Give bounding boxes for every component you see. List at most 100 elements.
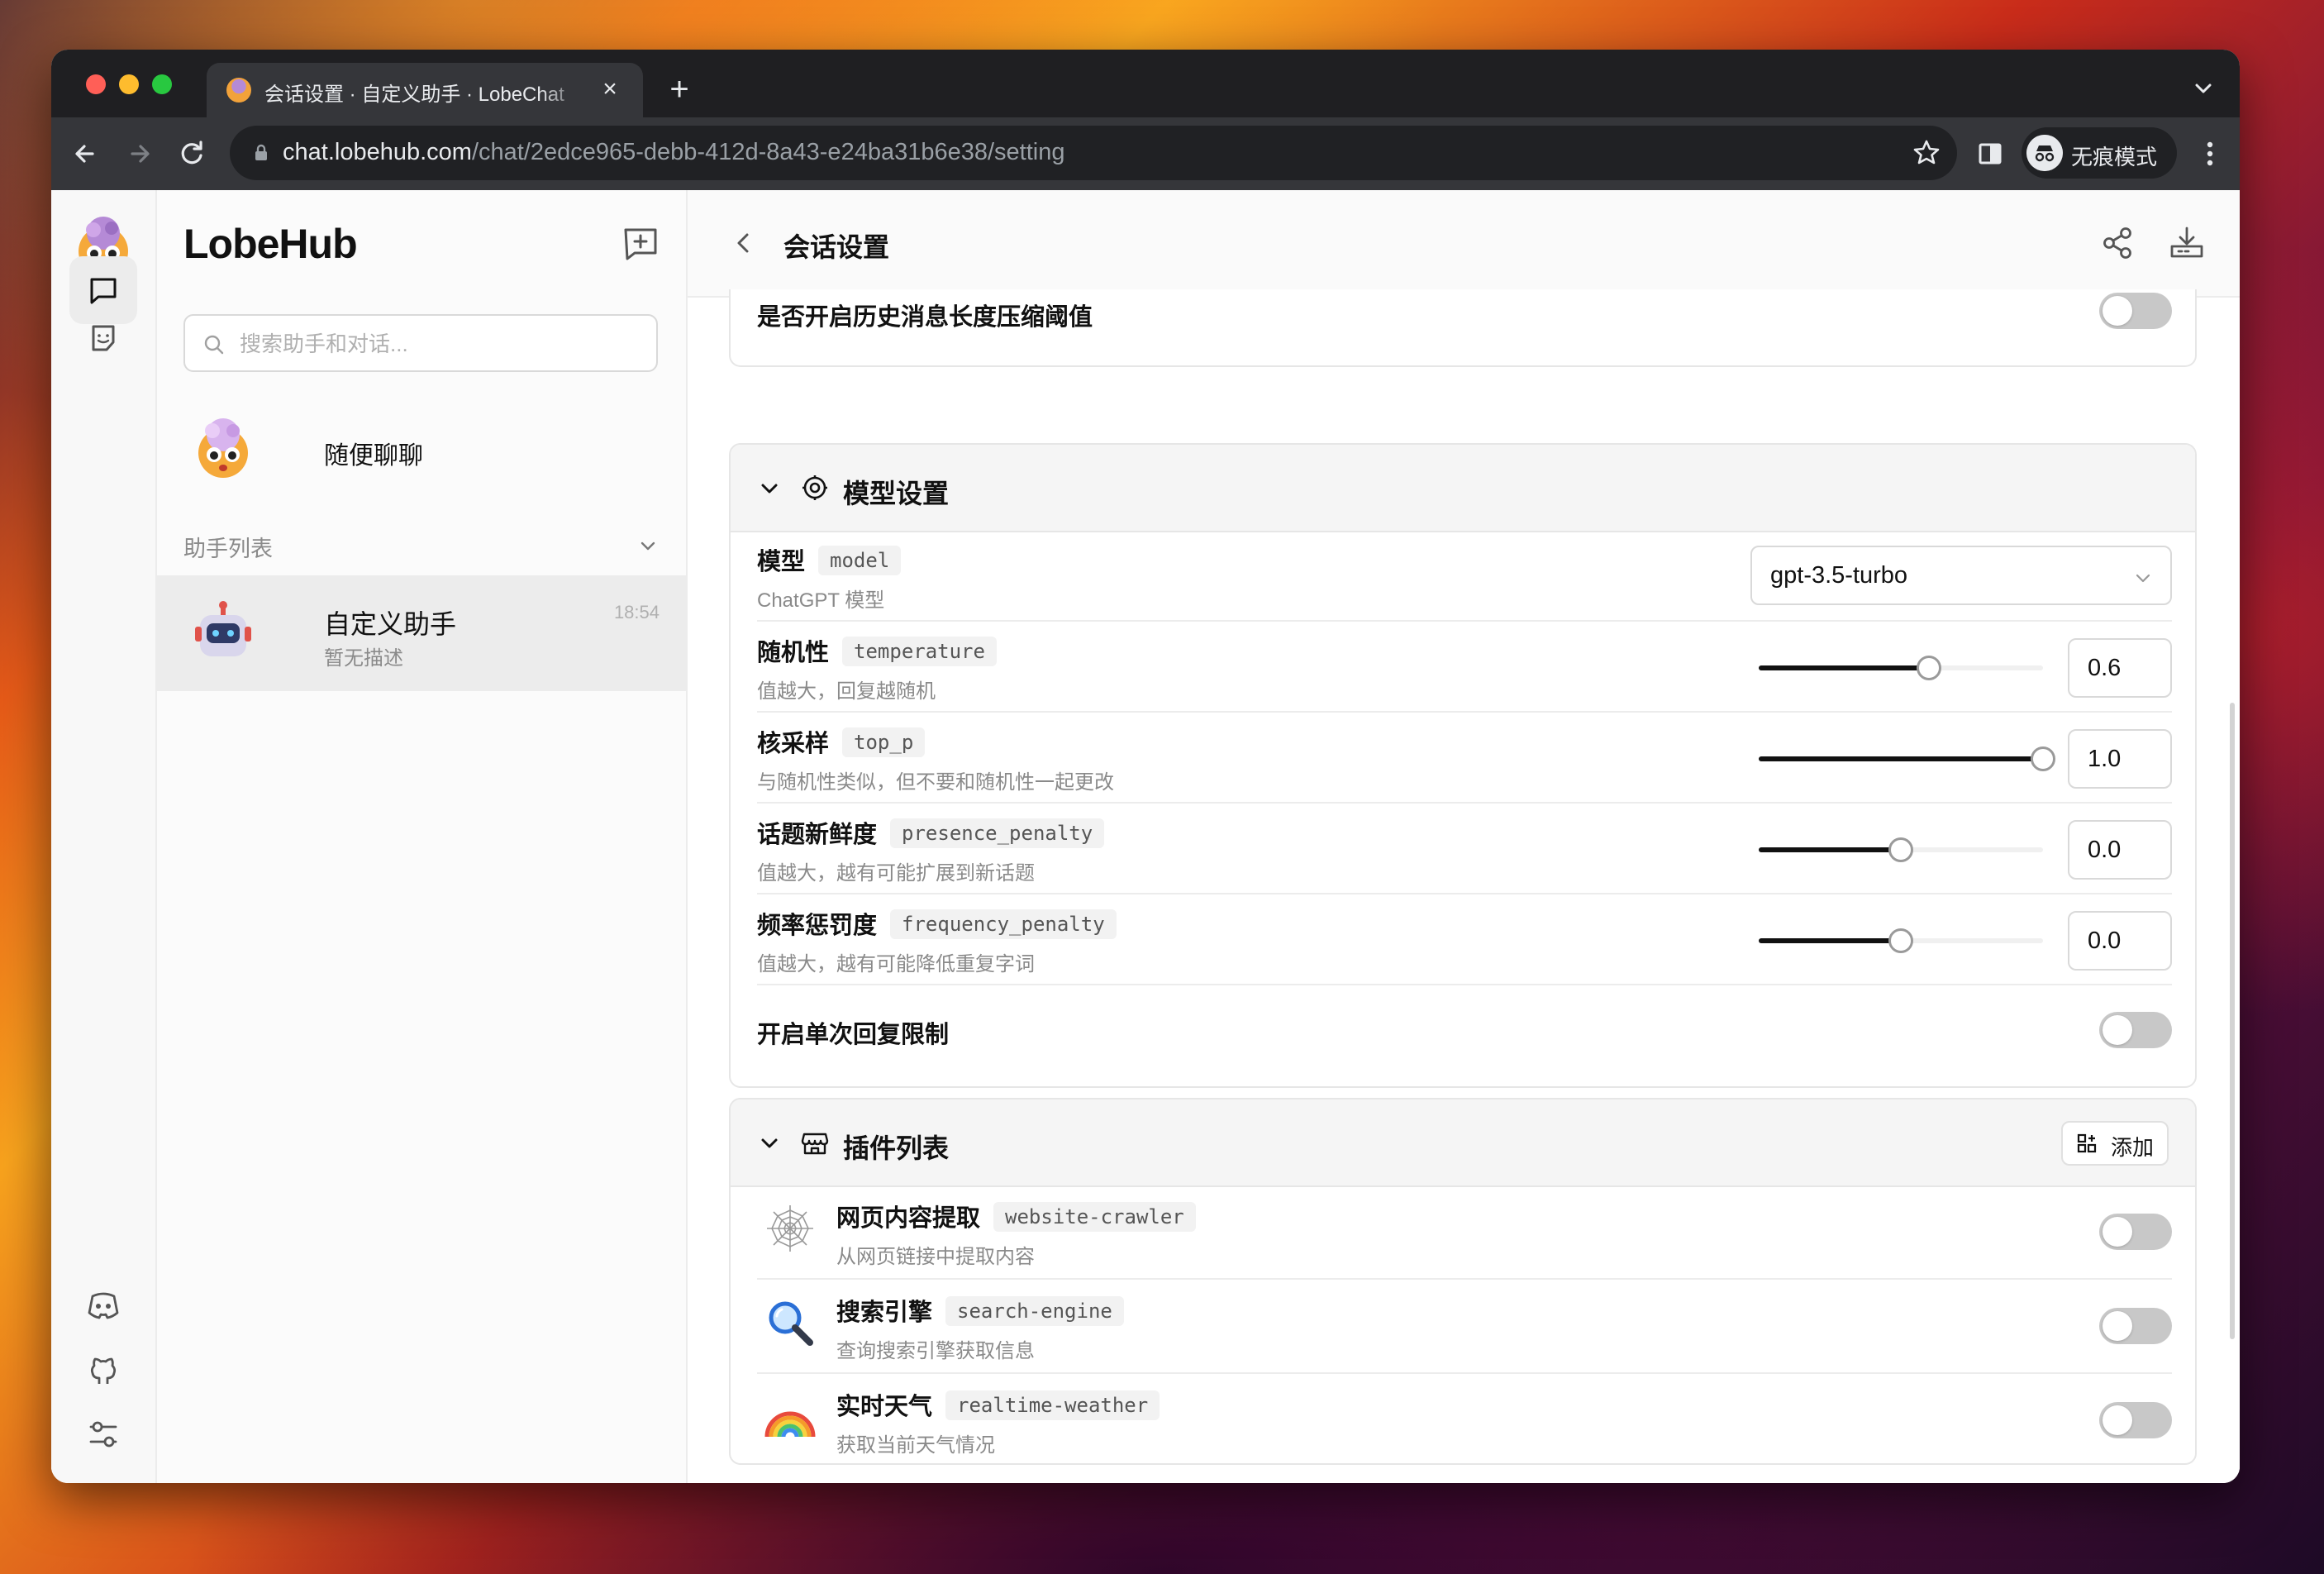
tab-title: 会话设置 · 自定义助手 · LobeChat: [264, 83, 564, 106]
session-sidebar: LobeHub 搜索助手和对话... 随便聊聊 助手列表 自定义助手 暂无描述 …: [157, 190, 688, 1483]
assistant-list-header[interactable]: 助手列表: [157, 519, 686, 569]
param-tag: temperature: [842, 637, 997, 666]
download-icon[interactable]: [2167, 223, 2207, 263]
new-tab-button[interactable]: +: [661, 71, 698, 107]
lobehub-favicon-icon: [226, 78, 251, 103]
collapse-chevron-icon[interactable]: [759, 478, 780, 499]
rainbow-icon: [764, 1411, 816, 1438]
collapse-chevron-icon[interactable]: [759, 1133, 780, 1154]
website-crawler-switch[interactable]: [2099, 1214, 2172, 1250]
main-scrollbar[interactable]: [2230, 703, 2235, 1339]
frequency-penalty-input[interactable]: 0.0: [2068, 911, 2172, 971]
param-desc: 值越大，回复越随机: [757, 680, 936, 703]
param-label: 话题新鲜度: [757, 822, 878, 848]
session-item-custom-assistant[interactable]: 自定义助手 暂无描述 18:54: [157, 575, 686, 691]
temperature-input[interactable]: 0.6: [2068, 638, 2172, 698]
store-icon: [801, 1133, 829, 1155]
temperature-slider[interactable]: [1759, 653, 2043, 683]
settings-main: 会话设置 是否开启历史消息长度压缩阈值 模型设置 模型 model ChatGP…: [688, 190, 2240, 1483]
lock-icon[interactable]: [251, 143, 271, 163]
slider-handle[interactable]: [1917, 656, 1941, 680]
reload-icon[interactable]: [174, 136, 210, 172]
add-widget-icon: [2077, 1133, 2097, 1153]
back-chevron-icon[interactable]: [729, 228, 759, 258]
new-chat-icon[interactable]: [620, 223, 661, 265]
top-p-input[interactable]: 1.0: [2068, 729, 2172, 789]
switch-knob: [2103, 296, 2132, 326]
tab-search-chevron-icon[interactable]: [2190, 76, 2217, 101]
settings-sliders-icon[interactable]: [84, 1415, 122, 1453]
model-select-value: gpt-3.5-turbo: [1770, 562, 1908, 589]
param-label: 核采样: [757, 731, 830, 757]
param-row: 随机性 temperature 值越大，回复越随机 0.6: [757, 622, 2172, 713]
inbox-label: 随便聊聊: [324, 442, 423, 470]
max-tokens-switch[interactable]: [2099, 1012, 2172, 1048]
address-bar[interactable]: chat.lobehub.com/chat/2edce965-debb-412d…: [230, 126, 1957, 180]
plugin-row: 网页内容提取 website-crawler 从网页链接中提取内容: [757, 1185, 2172, 1280]
frequency-penalty-slider[interactable]: [1759, 926, 2043, 956]
bookmark-star-icon[interactable]: [1911, 137, 1942, 169]
slider-handle[interactable]: [1888, 928, 1913, 953]
number-value: 0.0: [2088, 837, 2122, 863]
presence-penalty-slider[interactable]: [1759, 835, 2043, 865]
browser-menu-icon[interactable]: [2193, 136, 2226, 172]
number-value: 0.6: [2088, 655, 2122, 681]
chevron-down-icon: [641, 541, 655, 551]
top-p-slider[interactable]: [1759, 744, 2055, 774]
spider-web-icon: [767, 1205, 813, 1252]
share-icon[interactable]: [2098, 223, 2137, 263]
discord-icon[interactable]: [84, 1286, 122, 1324]
search-box[interactable]: [183, 314, 658, 372]
close-window-button[interactable]: [86, 74, 106, 94]
plugin-tag: realtime-weather: [945, 1390, 1160, 1420]
minimize-window-button[interactable]: [119, 74, 139, 94]
plugin-desc: 获取当前天气情况: [836, 1434, 995, 1457]
presence-penalty-input[interactable]: 0.0: [2068, 820, 2172, 880]
tab-close-icon[interactable]: ×: [595, 74, 625, 104]
inbox-avatar: [198, 418, 248, 478]
plugin-list-card: 插件列表 添加 网页内容提取 website-crawler 从网页链接中提取内…: [729, 1098, 2197, 1465]
switch-knob: [2103, 1405, 2132, 1435]
magnifier-icon: [769, 1301, 813, 1346]
param-title: 核采样 top_p: [757, 724, 926, 759]
param-label: 随机性: [757, 640, 830, 666]
slider-track: [1759, 665, 1929, 670]
github-icon[interactable]: [84, 1351, 122, 1389]
realtime-weather-switch[interactable]: [2099, 1402, 2172, 1438]
history-settings-card: 是否开启历史消息长度压缩阈值: [729, 289, 2197, 367]
plugin-list-header[interactable]: 插件列表 添加: [731, 1099, 2195, 1187]
plugin-label: 网页内容提取: [836, 1205, 981, 1232]
inbox-session-item[interactable]: 随便聊聊: [157, 407, 686, 489]
param-tag: presence_penalty: [890, 818, 1105, 848]
param-title: 话题新鲜度 presence_penalty: [757, 815, 1105, 850]
plugin-tag: website-crawler: [993, 1202, 1196, 1232]
side-nav-rail: [51, 190, 157, 1483]
model-select[interactable]: gpt-3.5-turbo: [1750, 546, 2172, 605]
model-desc: ChatGPT 模型: [757, 589, 885, 612]
search-engine-switch[interactable]: [2099, 1308, 2172, 1344]
back-arrow-icon[interactable]: [68, 136, 104, 172]
switch-knob: [2103, 1311, 2132, 1341]
param-tag: frequency_penalty: [890, 909, 1117, 939]
add-plugin-button[interactable]: 添加: [2061, 1121, 2169, 1166]
param-title: 频率惩罚度 frequency_penalty: [757, 906, 1117, 941]
slider-handle[interactable]: [2031, 746, 2055, 771]
maximize-window-button[interactable]: [152, 74, 172, 94]
rail-market-button[interactable]: [69, 304, 137, 372]
switch-knob: [2103, 1015, 2132, 1045]
search-input[interactable]: [238, 326, 646, 362]
plugin-list-title: 插件列表: [843, 1133, 950, 1163]
model-settings-header[interactable]: 模型设置: [731, 445, 2195, 532]
plugin-row: 搜索引擎 search-engine 查询搜索引擎获取信息: [757, 1280, 2172, 1374]
side-panel-icon[interactable]: [1974, 137, 2007, 170]
incognito-label: 无痕模式: [2071, 145, 2158, 169]
slider-track: [1759, 847, 1901, 852]
browser-tab[interactable]: 会话设置 · 自定义助手 · LobeChat ×: [207, 63, 643, 117]
slider-handle[interactable]: [1888, 837, 1913, 862]
model-settings-card: 模型设置 模型 model ChatGPT 模型 gpt-3.5-turbo 随机…: [729, 443, 2197, 1088]
forward-arrow-icon[interactable]: [121, 136, 157, 172]
history-compress-switch[interactable]: [2099, 293, 2172, 329]
model-gear-icon: [802, 475, 827, 500]
plugin-title: 搜索引擎 search-engine: [836, 1293, 1124, 1328]
incognito-badge[interactable]: 无痕模式: [2022, 127, 2177, 179]
